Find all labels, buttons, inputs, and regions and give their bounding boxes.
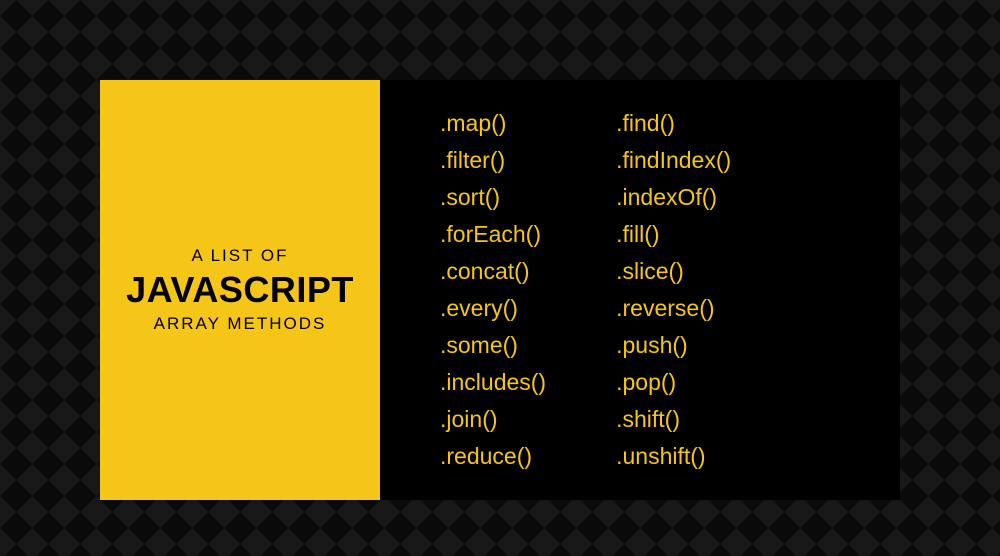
methods-column-right: .find() .findIndex() .indexOf() .fill() … [616,110,731,470]
method-item: .concat() [440,258,546,285]
method-item: .every() [440,295,546,322]
method-item: .filter() [440,147,546,174]
method-item: .findIndex() [616,147,731,174]
method-item: .reduce() [440,443,546,470]
method-item: .forEach() [440,221,546,248]
title-text: JAVASCRIPT [126,272,354,308]
method-item: .fill() [616,221,731,248]
method-item: .indexOf() [616,184,731,211]
subtitle-text: ARRAY METHODS [154,314,327,334]
method-item: .reverse() [616,295,731,322]
method-item: .pop() [616,369,731,396]
method-item: .sort() [440,184,546,211]
method-item: .map() [440,110,546,137]
method-item: .includes() [440,369,546,396]
method-item: .shift() [616,406,731,433]
title-panel: A LIST OF JAVASCRIPT ARRAY METHODS [100,80,380,500]
method-item: .some() [440,332,546,359]
method-item: .unshift() [616,443,731,470]
method-item: .slice() [616,258,731,285]
content-card: A LIST OF JAVASCRIPT ARRAY METHODS .map(… [100,80,900,500]
method-item: .push() [616,332,731,359]
method-item: .find() [616,110,731,137]
pretitle-text: A LIST OF [191,246,288,266]
method-item: .join() [440,406,546,433]
methods-column-left: .map() .filter() .sort() .forEach() .con… [440,110,546,470]
methods-panel: .map() .filter() .sort() .forEach() .con… [380,80,900,500]
